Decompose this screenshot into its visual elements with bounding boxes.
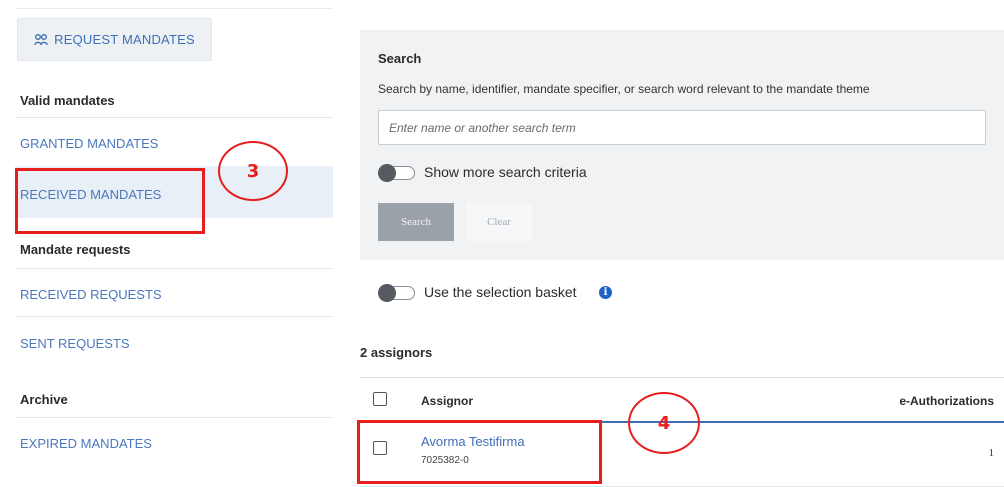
sidebar-item-granted-mandates[interactable]: GRANTED MANDATES	[20, 136, 158, 151]
info-icon[interactable]: i	[599, 286, 612, 299]
sidebar-top-divider	[15, 8, 333, 9]
more-criteria-toggle[interactable]	[378, 164, 415, 182]
search-panel	[360, 30, 1004, 260]
archive-heading: Archive	[20, 392, 68, 407]
selection-basket-label: Use the selection basket	[424, 284, 577, 300]
users-icon	[34, 33, 49, 45]
clear-button[interactable]: Clear	[466, 203, 532, 241]
annotation-step-3: 3	[218, 141, 288, 201]
sidebar-divider	[15, 417, 333, 418]
table-top-border	[360, 377, 1004, 378]
sidebar-divider	[15, 316, 333, 317]
sidebar-divider	[15, 268, 333, 269]
annotation-step-4: 4	[628, 392, 700, 454]
mandate-requests-heading: Mandate requests	[20, 242, 131, 257]
toggle-knob	[378, 284, 396, 302]
results-count: 2 assignors	[360, 345, 433, 360]
valid-mandates-heading: Valid mandates	[20, 93, 115, 108]
annotation-box-assignor-row	[357, 420, 602, 484]
e-authorizations-count: 1	[988, 447, 995, 459]
sidebar-divider	[15, 117, 333, 118]
request-mandates-button[interactable]: REQUEST MANDATES	[17, 18, 212, 61]
sidebar-item-expired-mandates[interactable]: EXPIRED MANDATES	[20, 436, 152, 451]
selection-basket-toggle[interactable]	[378, 284, 415, 302]
annotation-box-received-mandates	[15, 168, 205, 234]
column-header-assignor[interactable]: Assignor	[421, 394, 473, 408]
column-header-e-authorizations[interactable]: e-Authorizations	[899, 394, 994, 408]
more-criteria-label: Show more search criteria	[424, 164, 587, 180]
search-input[interactable]	[378, 110, 986, 145]
request-mandates-label: REQUEST MANDATES	[54, 32, 195, 47]
select-all-checkbox[interactable]	[373, 392, 387, 406]
toggle-knob	[378, 164, 396, 182]
search-title: Search	[378, 51, 422, 66]
sidebar-item-sent-requests[interactable]: SENT REQUESTS	[20, 336, 130, 351]
sidebar-item-received-requests[interactable]: RECEIVED REQUESTS	[20, 287, 162, 302]
search-description: Search by name, identifier, mandate spec…	[378, 82, 870, 96]
search-button[interactable]: Search	[378, 203, 454, 241]
